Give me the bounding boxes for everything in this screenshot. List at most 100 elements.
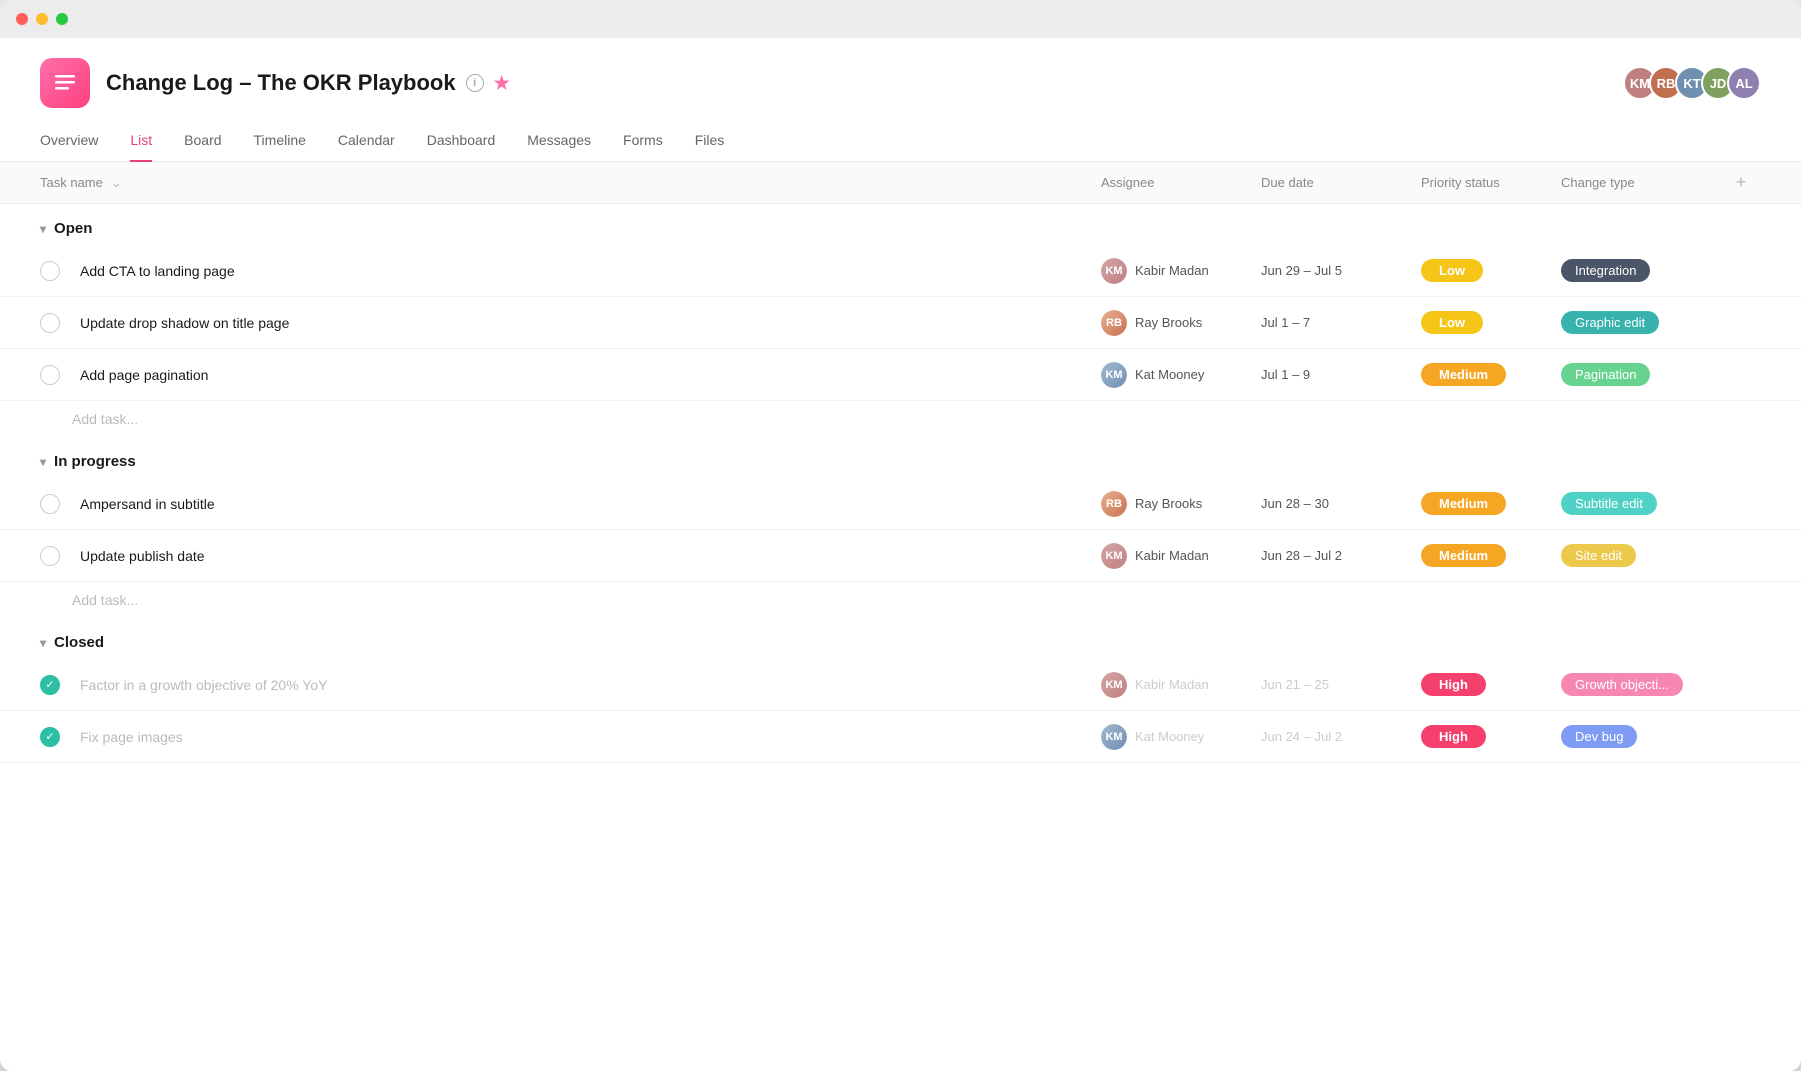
assignee-name: Kat Mooney <box>1135 729 1204 744</box>
section-header-closed[interactable]: ▾ Closed <box>0 618 1801 659</box>
assignee-cell: KM Kat Mooney <box>1101 724 1261 750</box>
priority-cell: Low <box>1421 311 1561 334</box>
tab-dashboard[interactable]: Dashboard <box>427 132 496 162</box>
col-header-taskname: Task name ⌄ <box>40 175 1101 191</box>
chevron-down-icon: ▾ <box>40 455 46 469</box>
duedate-cell: Jun 28 – 30 <box>1261 496 1421 511</box>
changetype-badge: Dev bug <box>1561 725 1637 748</box>
assignee-avatar: KM <box>1101 362 1127 388</box>
close-button[interactable] <box>16 13 28 25</box>
task-name: Update drop shadow on title page <box>80 315 1101 331</box>
star-icon[interactable]: ★ <box>494 73 510 94</box>
priority-badge: Medium <box>1421 544 1506 567</box>
tab-calendar[interactable]: Calendar <box>338 132 395 162</box>
task-name-cell: Add CTA to landing page <box>40 261 1101 281</box>
assignee-cell: KM Kabir Madan <box>1101 543 1261 569</box>
chevron-down-icon: ▾ <box>40 636 46 650</box>
section-label-open: Open <box>54 220 92 237</box>
table-row[interactable]: Update drop shadow on title page RB Ray … <box>0 297 1801 349</box>
nav-tabs: Overview List Board Timeline Calendar Da… <box>0 116 1801 162</box>
tab-timeline[interactable]: Timeline <box>254 132 306 162</box>
priority-badge: High <box>1421 673 1486 696</box>
section-header-open[interactable]: ▾ Open <box>0 204 1801 245</box>
assignee-avatar: KM <box>1101 672 1127 698</box>
table-row[interactable]: Update publish date KM Kabir Madan Jun 2… <box>0 530 1801 582</box>
priority-cell: Medium <box>1421 363 1561 386</box>
changetype-badge: Growth objecti... <box>1561 673 1683 696</box>
assignee-name: Ray Brooks <box>1135 315 1202 330</box>
task-name-cell: Update drop shadow on title page <box>40 313 1101 333</box>
assignee-name: Kat Mooney <box>1135 367 1204 382</box>
assignee-cell: RB Ray Brooks <box>1101 310 1261 336</box>
task-checkbox[interactable] <box>40 546 60 566</box>
changetype-cell: Subtitle edit <box>1561 492 1721 515</box>
tab-forms[interactable]: Forms <box>623 132 663 162</box>
duedate-cell: Jun 24 – Jul 2 <box>1261 729 1421 744</box>
duedate-cell: Jun 21 – 25 <box>1261 677 1421 692</box>
task-name-cell: Add page pagination <box>40 365 1101 385</box>
tab-list[interactable]: List <box>130 132 152 162</box>
table-header: Task name ⌄ Assignee Due date Priority s… <box>0 162 1801 204</box>
task-name: Add CTA to landing page <box>80 263 1101 279</box>
table-row[interactable]: Ampersand in subtitle RB Ray Brooks Jun … <box>0 478 1801 530</box>
priority-badge: Medium <box>1421 363 1506 386</box>
assignee-avatar: KM <box>1101 543 1127 569</box>
assignee-name: Ray Brooks <box>1135 496 1202 511</box>
priority-badge: Low <box>1421 259 1483 282</box>
table-row[interactable]: Add page pagination KM Kat Mooney Jul 1 … <box>0 349 1801 401</box>
assignee-name: Kabir Madan <box>1135 677 1209 692</box>
task-checkbox[interactable] <box>40 313 60 333</box>
changetype-cell: Integration <box>1561 259 1721 282</box>
assignee-avatar: RB <box>1101 310 1127 336</box>
changetype-cell: Site edit <box>1561 544 1721 567</box>
task-name: Update publish date <box>80 548 1101 564</box>
col-header-duedate: Due date <box>1261 175 1421 190</box>
task-checkbox[interactable] <box>40 365 60 385</box>
task-checkbox[interactable] <box>40 494 60 514</box>
priority-badge: Medium <box>1421 492 1506 515</box>
minimize-button[interactable] <box>36 13 48 25</box>
assignee-name: Kabir Madan <box>1135 263 1209 278</box>
tab-board[interactable]: Board <box>184 132 221 162</box>
tab-files[interactable]: Files <box>695 132 725 162</box>
header-avatars: AL JD KT RB KM <box>1623 66 1761 100</box>
table-row[interactable]: ✓ Factor in a growth objective of 20% Yo… <box>0 659 1801 711</box>
section-header-inprogress[interactable]: ▾ In progress <box>0 437 1801 478</box>
app-window: Change Log – The OKR Playbook i ★ AL JD … <box>0 0 1801 1071</box>
info-icon[interactable]: i <box>466 74 484 92</box>
maximize-button[interactable] <box>56 13 68 25</box>
project-title: Change Log – The OKR Playbook <box>106 70 456 96</box>
priority-cell: Medium <box>1421 492 1561 515</box>
table-row[interactable]: ✓ Fix page images KM Kat Mooney Jun 24 –… <box>0 711 1801 763</box>
titlebar <box>0 0 1801 38</box>
table-row[interactable]: Add CTA to landing page KM Kabir Madan J… <box>0 245 1801 297</box>
changetype-badge: Subtitle edit <box>1561 492 1657 515</box>
priority-badge: Low <box>1421 311 1483 334</box>
task-checkbox[interactable] <box>40 261 60 281</box>
changetype-cell: Graphic edit <box>1561 311 1721 334</box>
changetype-badge: Site edit <box>1561 544 1636 567</box>
header-title: Change Log – The OKR Playbook i ★ <box>106 70 510 96</box>
avatar[interactable]: AL <box>1727 66 1761 100</box>
task-name-cell: ✓ Factor in a growth objective of 20% Yo… <box>40 675 1101 695</box>
task-name-cell: Ampersand in subtitle <box>40 494 1101 514</box>
task-checkbox[interactable]: ✓ <box>40 675 60 695</box>
add-task-inprogress[interactable]: Add task... <box>0 582 1801 618</box>
header: Change Log – The OKR Playbook i ★ AL JD … <box>0 38 1801 108</box>
tab-overview[interactable]: Overview <box>40 132 98 162</box>
task-name: Add page pagination <box>80 367 1101 383</box>
priority-cell: High <box>1421 673 1561 696</box>
chevron-down-icon: ▾ <box>40 222 46 236</box>
priority-badge: High <box>1421 725 1486 748</box>
changetype-cell: Pagination <box>1561 363 1721 386</box>
col-header-assignee: Assignee <box>1101 175 1261 190</box>
tab-messages[interactable]: Messages <box>527 132 591 162</box>
add-column-button[interactable]: + <box>1721 172 1761 193</box>
add-task-open[interactable]: Add task... <box>0 401 1801 437</box>
task-checkbox[interactable]: ✓ <box>40 727 60 747</box>
task-name-cell: ✓ Fix page images <box>40 727 1101 747</box>
assignee-name: Kabir Madan <box>1135 548 1209 563</box>
assignee-cell: KM Kabir Madan <box>1101 258 1261 284</box>
changetype-badge: Pagination <box>1561 363 1650 386</box>
taskname-chevron-icon[interactable]: ⌄ <box>111 175 122 191</box>
